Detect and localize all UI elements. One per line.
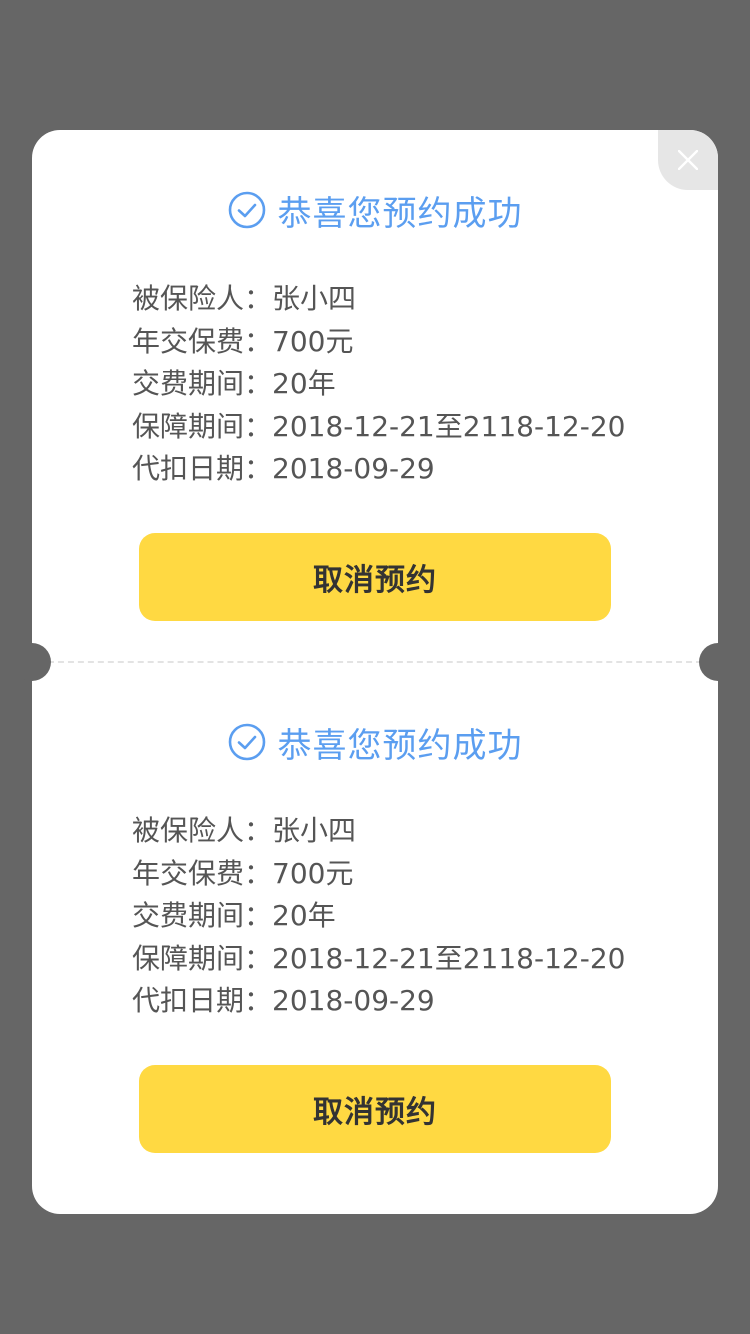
check-circle-icon xyxy=(228,191,265,229)
coverage-value: 2018-12-21至2118-12-20 xyxy=(272,941,626,975)
coverage-row: 保障期间：2018-12-21至2118-12-20 xyxy=(132,406,625,449)
reservation-section: 恭喜您预约成功 被保险人：张小四 年交保费：700元 交费期间：20年 保障期间… xyxy=(32,130,718,662)
debit-date-value: 2018-09-29 xyxy=(272,452,435,485)
pay-period-value: 20年 xyxy=(272,899,336,932)
pay-period-row: 交费期间：20年 xyxy=(132,363,625,406)
reservation-section: 恭喜您预约成功 被保险人：张小四 年交保费：700元 交费期间：20年 保障期间… xyxy=(32,662,718,1194)
coverage-value: 2018-12-21至2118-12-20 xyxy=(272,409,626,443)
success-title: 恭喜您预约成功 xyxy=(277,193,523,234)
premium-row: 年交保费：700元 xyxy=(132,853,625,896)
insured-label: 被保险人： xyxy=(132,282,273,315)
coverage-label: 保障期间： xyxy=(132,409,273,443)
success-header: 恭喜您预约成功 xyxy=(32,186,718,234)
insured-row: 被保险人：张小四 xyxy=(132,810,625,853)
pay-period-label: 交费期间： xyxy=(132,367,273,400)
debit-date-row: 代扣日期：2018-09-29 xyxy=(132,448,625,491)
premium-label: 年交保费： xyxy=(132,324,273,358)
premium-label: 年交保费： xyxy=(132,856,273,890)
success-title: 恭喜您预约成功 xyxy=(277,725,523,766)
insured-value: 张小四 xyxy=(272,282,357,315)
debit-date-row: 代扣日期：2018-09-29 xyxy=(132,980,625,1023)
coverage-row: 保障期间：2018-12-21至2118-12-20 xyxy=(132,938,625,981)
check-circle-icon xyxy=(228,723,265,761)
debit-date-label: 代扣日期： xyxy=(132,984,273,1017)
reservation-details: 被保险人：张小四 年交保费：700元 交费期间：20年 保障期间：2018-12… xyxy=(132,810,625,1023)
pay-period-label: 交费期间： xyxy=(132,899,273,932)
insured-row: 被保险人：张小四 xyxy=(132,278,625,321)
debit-date-label: 代扣日期： xyxy=(132,452,273,485)
cancel-reservation-button[interactable]: 取消预约 xyxy=(139,1065,611,1153)
premium-value: 700元 xyxy=(272,324,354,358)
insured-value: 张小四 xyxy=(272,814,357,847)
cancel-reservation-button[interactable]: 取消预约 xyxy=(139,533,611,621)
coverage-label: 保障期间： xyxy=(132,941,273,975)
success-header: 恭喜您预约成功 xyxy=(32,718,718,766)
reservation-details: 被保险人：张小四 年交保费：700元 交费期间：20年 保障期间：2018-12… xyxy=(132,278,625,491)
premium-value: 700元 xyxy=(272,856,354,890)
reservation-success-modal: 恭喜您预约成功 被保险人：张小四 年交保费：700元 交费期间：20年 保障期间… xyxy=(13,130,737,1214)
premium-row: 年交保费：700元 xyxy=(132,321,625,364)
pay-period-row: 交费期间：20年 xyxy=(132,895,625,938)
pay-period-value: 20年 xyxy=(272,367,336,400)
insured-label: 被保险人： xyxy=(132,814,273,847)
debit-date-value: 2018-09-29 xyxy=(272,984,435,1017)
